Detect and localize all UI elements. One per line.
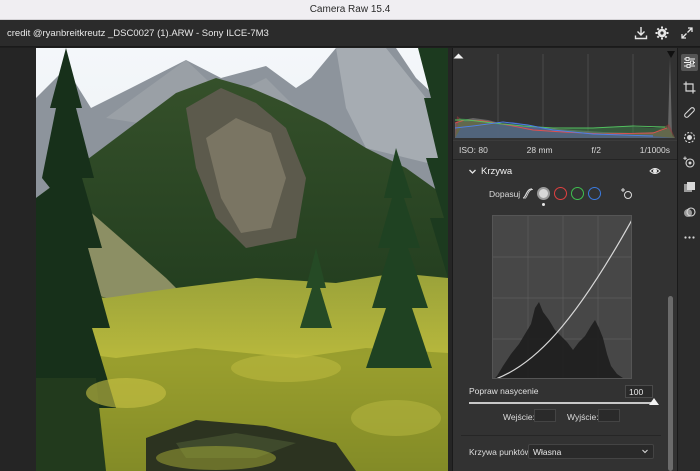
mask-icon[interactable] xyxy=(681,129,698,146)
section-divider xyxy=(461,435,661,436)
aperture: f/2 xyxy=(591,145,601,155)
input-label: Wejście: xyxy=(503,412,535,422)
presets-icon[interactable] xyxy=(681,179,698,196)
save-icon[interactable] xyxy=(633,25,649,41)
parametric-curve-icon[interactable] xyxy=(521,187,534,200)
more-icon[interactable] xyxy=(681,229,698,246)
tone-curve-graph[interactable] xyxy=(492,215,632,379)
photo-preview[interactable] xyxy=(36,48,448,471)
point-curve-select[interactable]: Własna xyxy=(528,444,654,459)
curve-channel-row: Dopasuj xyxy=(453,184,668,206)
iso-value: ISO: 80 xyxy=(459,145,488,155)
file-info: credit @ryanbreitkreutz _DSC0027 (1).ARW… xyxy=(7,28,269,39)
visibility-eye-icon[interactable] xyxy=(649,165,661,177)
saturation-slider-thumb[interactable] xyxy=(649,398,659,405)
green-channel-icon[interactable] xyxy=(571,187,584,200)
snapshots-icon[interactable] xyxy=(681,204,698,221)
gear-icon[interactable] xyxy=(654,25,670,41)
point-curve-white-icon[interactable] xyxy=(537,187,550,200)
blue-channel-icon[interactable] xyxy=(588,187,601,200)
edit-panel: ISO: 80 28 mm f/2 1/1000s Krzywa Dopasuj xyxy=(452,48,678,471)
window-titlebar: Camera Raw 15.4 xyxy=(0,0,700,20)
focal-length: 28 mm xyxy=(526,145,553,155)
exif-info: ISO: 80 28 mm f/2 1/1000s xyxy=(453,140,678,160)
healing-icon[interactable] xyxy=(681,104,698,121)
window-title: Camera Raw 15.4 xyxy=(309,4,391,15)
header-bar: credit @ryanbreitkreutz _DSC0027 (1).ARW… xyxy=(0,20,700,47)
panel-scrollbar-thumb[interactable] xyxy=(668,296,673,471)
redeye-icon[interactable] xyxy=(681,154,698,171)
tool-strip xyxy=(677,48,700,471)
active-channel-dot xyxy=(542,203,545,206)
fullscreen-icon[interactable] xyxy=(679,25,695,41)
crop-icon[interactable] xyxy=(681,79,698,96)
point-curve-value: Własna xyxy=(533,447,562,457)
output-label: Wyjście: xyxy=(567,412,599,422)
saturation-slider-track[interactable] xyxy=(469,402,653,404)
chevron-down-icon xyxy=(641,447,649,455)
sliders-icon[interactable] xyxy=(681,54,698,71)
chevron-down-icon[interactable] xyxy=(467,166,477,176)
red-channel-icon[interactable] xyxy=(554,187,567,200)
input-field[interactable] xyxy=(534,409,556,422)
curve-section-header[interactable]: Krzywa xyxy=(453,161,668,181)
point-curve-label: Krzywa punktów xyxy=(469,447,531,457)
curve-section-title: Krzywa xyxy=(481,165,513,177)
adjust-label: Dopasuj xyxy=(489,189,521,199)
saturation-value-field[interactable]: 100 xyxy=(625,385,653,398)
histogram xyxy=(453,48,678,140)
targeted-adjustment-icon[interactable] xyxy=(620,187,634,201)
saturation-label: Popraw nasycenie xyxy=(469,386,539,396)
output-field[interactable] xyxy=(598,409,620,422)
